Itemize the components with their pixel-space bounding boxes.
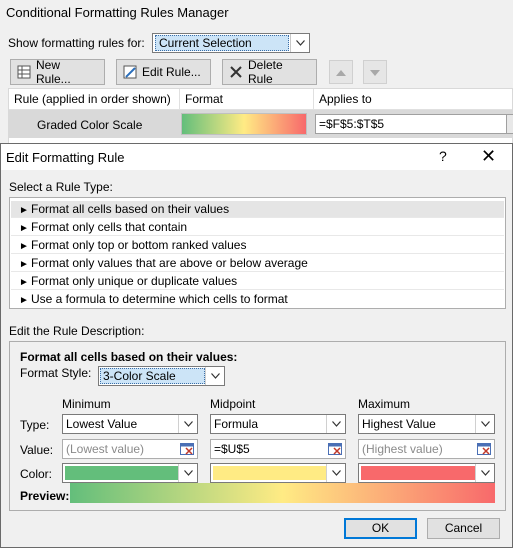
format-style-value: 3-Color Scale xyxy=(100,368,205,384)
rules-grid: Rule (applied in order shown) Format App… xyxy=(8,88,513,145)
rules-manager-dialog: Conditional Formatting Rules Manager Sho… xyxy=(0,0,513,145)
rule-description-panel: Format all cells based on their values: … xyxy=(9,341,506,511)
format-style-label: Format Style: xyxy=(20,366,92,380)
new-rule-button[interactable]: New Rule... xyxy=(10,58,105,86)
dialog-titlebar: Edit Formatting Rule ? ✕ xyxy=(1,144,512,170)
rules-grid-header: Rule (applied in order shown) Format App… xyxy=(9,89,512,110)
minimum-color-select[interactable] xyxy=(62,463,198,483)
midpoint-color-select[interactable] xyxy=(210,463,346,483)
column-applies-to: Applies to xyxy=(319,92,372,106)
rule-name: Graded Color Scale xyxy=(37,118,143,132)
help-button[interactable]: ? xyxy=(439,148,447,164)
color-label: Color: xyxy=(20,467,53,481)
maximum-color-swatch xyxy=(361,466,476,480)
maximum-header: Maximum xyxy=(358,397,411,411)
range-picker-icon[interactable] xyxy=(506,114,513,134)
applies-to-input[interactable]: =$F$5:$T$5 xyxy=(315,114,507,134)
format-all-heading: Format all cells based on their values: xyxy=(20,350,238,364)
edit-formatting-rule-dialog: Edit Formatting Rule ? ✕ Select a Rule T… xyxy=(0,143,513,548)
move-down-icon xyxy=(370,65,380,79)
range-picker-icon[interactable] xyxy=(326,441,344,457)
maximum-value-input[interactable]: (Highest value) xyxy=(358,439,495,459)
chevron-down-icon[interactable] xyxy=(475,415,494,433)
minimum-color-swatch xyxy=(65,466,179,480)
chevron-down-icon[interactable] xyxy=(178,415,197,433)
delete-rule-icon xyxy=(229,65,243,79)
move-down-button[interactable] xyxy=(363,60,387,84)
chevron-down-icon[interactable] xyxy=(178,464,197,482)
edit-description-label: Edit the Rule Description: xyxy=(9,324,145,338)
midpoint-type-select[interactable]: Formula xyxy=(210,414,346,434)
minimum-header: Minimum xyxy=(62,397,111,411)
show-rules-label: Show formatting rules for: xyxy=(8,36,145,50)
edit-rule-icon xyxy=(123,65,137,79)
ok-button[interactable]: OK xyxy=(344,518,417,539)
new-rule-label: New Rule... xyxy=(36,58,71,86)
chevron-down-icon[interactable] xyxy=(326,415,345,433)
move-up-button[interactable] xyxy=(329,60,353,84)
close-icon[interactable]: ✕ xyxy=(481,146,496,166)
delete-rule-label: Delete Rule xyxy=(248,58,283,86)
rule-type-item[interactable]: ► Format only unique or duplicate values xyxy=(11,273,504,290)
minimum-value-input[interactable]: (Lowest value) xyxy=(62,439,198,459)
midpoint-color-swatch xyxy=(213,466,327,480)
column-rule: Rule (applied in order shown) xyxy=(14,92,171,106)
column-format: Format xyxy=(185,92,224,106)
chevron-down-icon[interactable] xyxy=(290,34,309,52)
rule-type-list: ► Format all cells based on their values … xyxy=(9,197,506,309)
range-picker-icon[interactable] xyxy=(178,441,196,457)
type-label: Type: xyxy=(20,418,50,432)
rule-type-item[interactable]: ► Format only values that are above or be… xyxy=(11,255,504,272)
show-rules-value: Current Selection xyxy=(155,35,289,51)
midpoint-value-input[interactable]: =$U$5 xyxy=(210,439,346,459)
cancel-button[interactable]: Cancel xyxy=(427,518,500,539)
midpoint-header: Midpoint xyxy=(210,397,256,411)
delete-rule-button[interactable]: Delete Rule xyxy=(222,58,317,86)
maximum-color-select[interactable] xyxy=(358,463,495,483)
dialog-title: Edit Formatting Rule xyxy=(6,150,125,165)
preview-gradient xyxy=(70,483,495,503)
rules-manager-title: Conditional Formatting Rules Manager xyxy=(6,5,229,20)
chevron-down-icon[interactable] xyxy=(205,367,224,385)
select-rule-type-label: Select a Rule Type: xyxy=(9,180,113,194)
rule-format-preview xyxy=(181,113,307,135)
edit-rule-button[interactable]: Edit Rule... xyxy=(116,59,211,85)
rule-type-item[interactable]: ► Format only cells that contain xyxy=(11,219,504,236)
chevron-down-icon[interactable] xyxy=(475,464,494,482)
rule-row[interactable]: Graded Color Scale =$F$5:$T$5 xyxy=(9,110,513,138)
format-style-select[interactable]: 3-Color Scale xyxy=(98,366,225,386)
range-picker-icon[interactable] xyxy=(475,441,493,457)
maximum-type-select[interactable]: Highest Value xyxy=(358,414,495,434)
new-rule-icon xyxy=(17,65,31,79)
rule-type-item[interactable]: ► Use a formula to determine which cells … xyxy=(11,291,504,308)
show-rules-select[interactable]: Current Selection xyxy=(152,33,310,53)
minimum-type-select[interactable]: Lowest Value xyxy=(62,414,198,434)
move-up-icon xyxy=(336,65,346,79)
rule-type-item[interactable]: ► Format all cells based on their values xyxy=(11,201,504,218)
chevron-down-icon[interactable] xyxy=(326,464,345,482)
value-label: Value: xyxy=(20,443,54,457)
edit-rule-label: Edit Rule... xyxy=(142,65,201,79)
preview-label: Preview: xyxy=(20,489,70,503)
rule-type-item[interactable]: ► Format only top or bottom ranked values xyxy=(11,237,504,254)
